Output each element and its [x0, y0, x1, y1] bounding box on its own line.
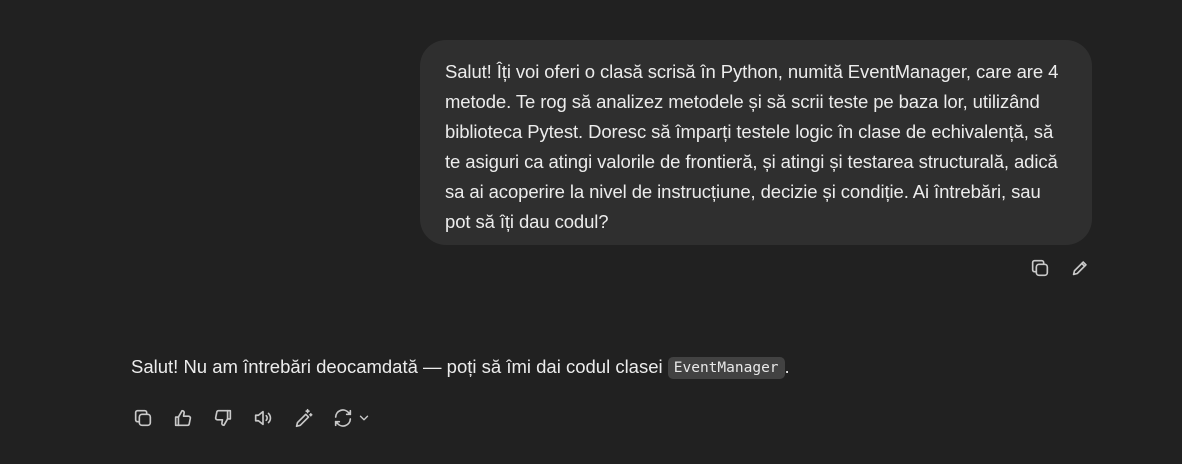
copy-icon[interactable]	[131, 406, 155, 430]
read-aloud-icon[interactable]	[251, 406, 275, 430]
user-message-actions	[1028, 256, 1092, 280]
edit-sparkle-icon[interactable]	[291, 406, 315, 430]
assistant-message: Salut! Nu am întrebări deocamdată — poți…	[131, 352, 790, 384]
chat-thread: Salut! Îți voi oferi o clasă scrisă în P…	[0, 0, 1182, 464]
regenerate-button[interactable]	[331, 406, 371, 430]
assistant-message-suffix: .	[784, 356, 790, 377]
user-message-bubble: Salut! Îți voi oferi o clasă scrisă în P…	[420, 40, 1092, 245]
user-message-text: Salut! Îți voi oferi o clasă scrisă în P…	[445, 61, 1059, 232]
regenerate-icon	[331, 406, 355, 430]
thumbs-up-icon[interactable]	[171, 406, 195, 430]
inline-code: EventManager	[667, 357, 785, 379]
chevron-down-icon	[359, 415, 369, 421]
assistant-message-text: Salut! Nu am întrebări deocamdată — poți…	[131, 356, 668, 377]
edit-icon[interactable]	[1068, 256, 1092, 280]
assistant-message-actions	[131, 406, 371, 430]
copy-icon[interactable]	[1028, 256, 1052, 280]
thumbs-down-icon[interactable]	[211, 406, 235, 430]
